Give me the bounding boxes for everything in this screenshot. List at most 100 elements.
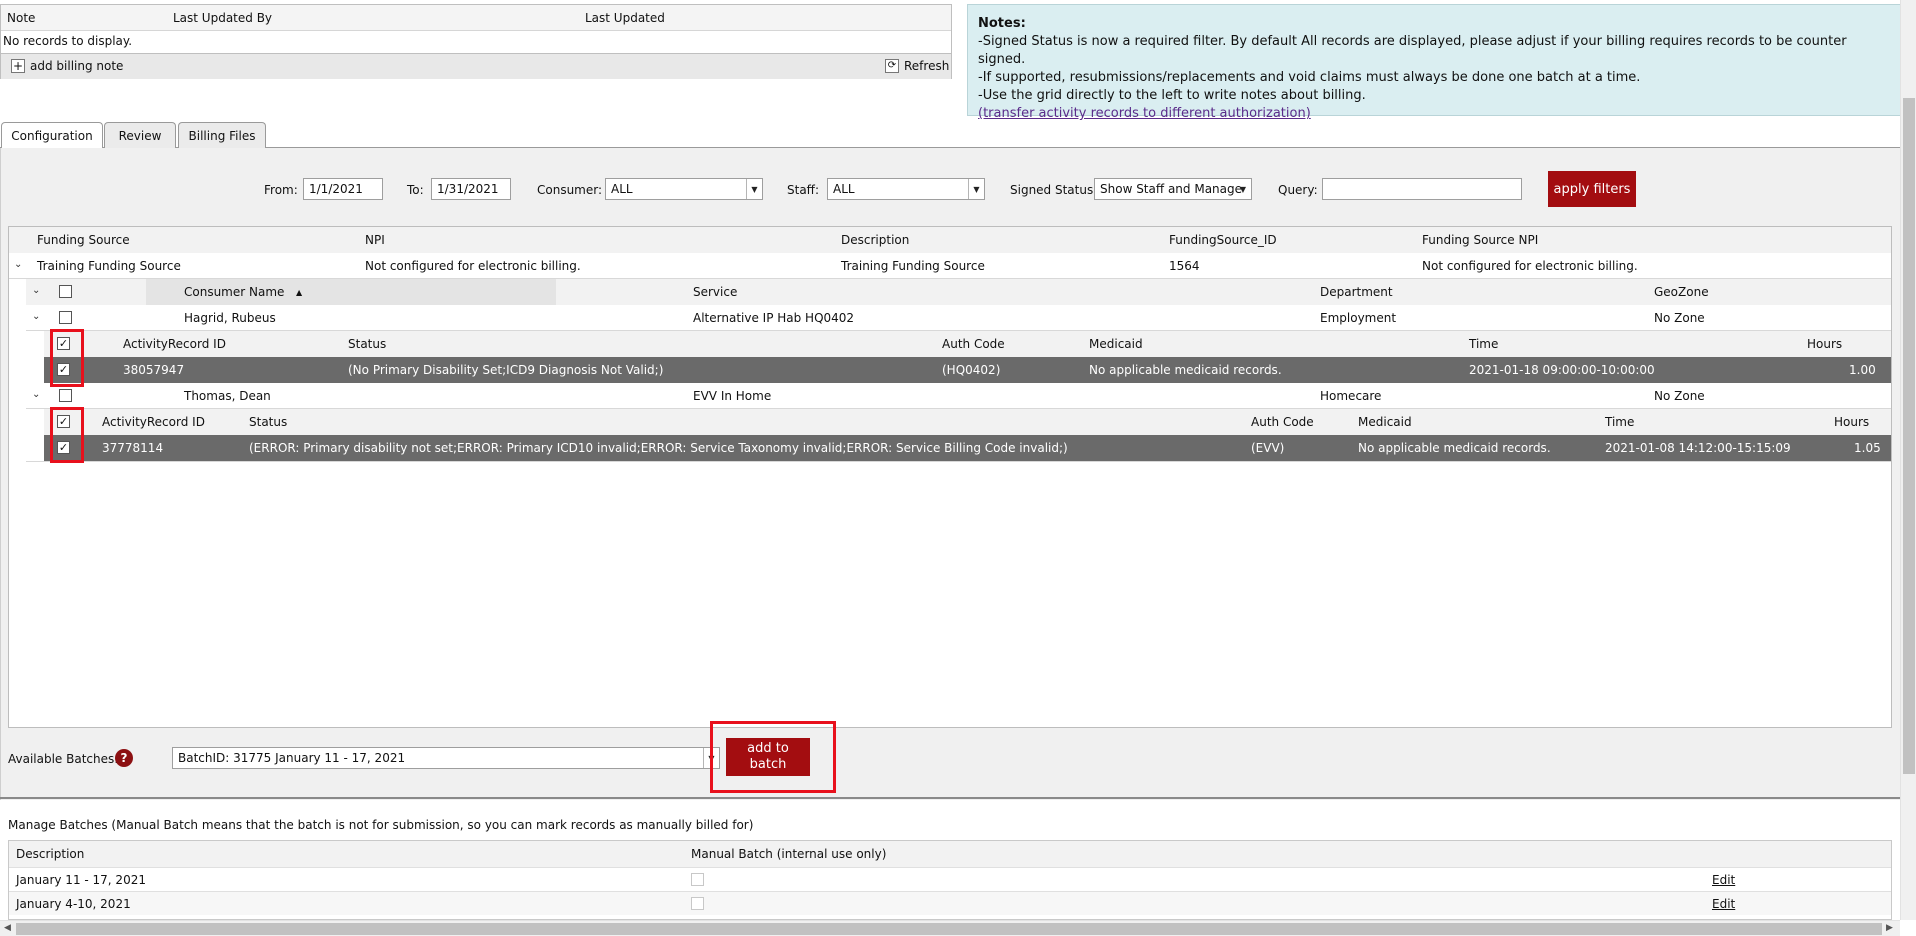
col-activityrecord-id[interactable]: ActivityRecord ID bbox=[123, 337, 226, 351]
manual-batch-checkbox[interactable] bbox=[691, 897, 704, 910]
col-npi[interactable]: NPI bbox=[365, 233, 385, 247]
col-activityrecord-id[interactable]: ActivityRecord ID bbox=[102, 415, 205, 429]
scroll-left-icon[interactable]: ◀ bbox=[4, 923, 11, 933]
consumer-value: ALL bbox=[611, 182, 633, 196]
col-service[interactable]: Service bbox=[693, 285, 737, 299]
chevron-down-icon[interactable]: ⌄ bbox=[32, 285, 40, 296]
col-auth-code[interactable]: Auth Code bbox=[1251, 415, 1314, 429]
batch-row[interactable]: January 4-10, 2021 Edit bbox=[9, 891, 1891, 915]
consumer-select[interactable]: ALL ▼ bbox=[605, 178, 763, 200]
npi-value: Not configured for electronic billing. bbox=[365, 259, 581, 273]
consumer-row[interactable]: ⌄ Thomas, Dean EVV In Home Homecare No Z… bbox=[26, 383, 1891, 409]
col-hours[interactable]: Hours bbox=[1834, 415, 1869, 429]
apply-filters-button[interactable]: apply filters bbox=[1548, 171, 1636, 207]
col-hours[interactable]: Hours bbox=[1807, 337, 1842, 351]
notes-title: Notes: bbox=[978, 16, 1026, 31]
horizontal-scroll-thumb[interactable] bbox=[16, 923, 1882, 935]
col-time[interactable]: Time bbox=[1605, 415, 1634, 429]
consumer-service: EVV In Home bbox=[693, 389, 772, 403]
query-label: Query: bbox=[1278, 183, 1318, 197]
consumer-department: Employment bbox=[1320, 311, 1397, 325]
available-batches-select[interactable]: BatchID: 31775 January 11 - 17, 2021 ▼ bbox=[172, 747, 720, 769]
signed-status-select[interactable]: Show Staff and Manage ▼ bbox=[1094, 178, 1252, 200]
col-status[interactable]: Status bbox=[348, 337, 386, 351]
signed-status-label: Signed Status: bbox=[1010, 183, 1098, 197]
select-all-records-checkbox[interactable]: ✓ bbox=[57, 337, 70, 350]
manage-batches-title: Manage Batches (Manual Batch means that … bbox=[8, 818, 754, 832]
chevron-down-icon: ▼ bbox=[703, 748, 719, 768]
record-header-row: ✓ ActivityRecord ID Status Auth Code Med… bbox=[44, 331, 1891, 357]
vertical-scrollbar[interactable] bbox=[1900, 0, 1916, 920]
record-checkbox[interactable]: ✓ bbox=[57, 441, 70, 454]
to-label: To: bbox=[407, 183, 424, 197]
vertical-scroll-thumb[interactable] bbox=[1903, 98, 1915, 774]
manage-batches-grid: Description Manual Batch (internal use o… bbox=[8, 840, 1892, 920]
col-batch-description[interactable]: Description bbox=[16, 847, 84, 861]
selected-batch-value: BatchID: 31775 January 11 - 17, 2021 bbox=[178, 751, 406, 765]
add-to-batch-label-line1: add to bbox=[747, 741, 789, 756]
edit-batch-link[interactable]: Edit bbox=[1712, 873, 1735, 887]
col-manual-batch[interactable]: Manual Batch (internal use only) bbox=[691, 847, 886, 861]
funding-source-value: Training Funding Source bbox=[37, 259, 181, 273]
query-input[interactable] bbox=[1322, 178, 1522, 200]
staff-label: Staff: bbox=[787, 183, 819, 197]
chevron-down-icon: ▼ bbox=[746, 179, 762, 199]
refresh-button[interactable]: ⟳ Refresh bbox=[885, 59, 949, 73]
col-note[interactable]: Note bbox=[7, 11, 35, 25]
col-medicaid[interactable]: Medicaid bbox=[1358, 415, 1412, 429]
funding-row[interactable]: ⌄ Training Funding Source Not configured… bbox=[9, 253, 1891, 279]
staff-select[interactable]: ALL ▼ bbox=[827, 178, 985, 200]
col-consumer-name[interactable]: Consumer Name bbox=[184, 285, 284, 299]
record-status: (No Primary Disability Set;ICD9 Diagnosi… bbox=[348, 363, 664, 377]
batch-row[interactable]: January 11 - 17, 2021 Edit bbox=[9, 867, 1891, 891]
horizontal-scrollbar[interactable]: ◀ ▶ bbox=[0, 920, 1900, 936]
edit-batch-link[interactable]: Edit bbox=[1712, 897, 1735, 911]
col-funding-source-npi[interactable]: Funding Source NPI bbox=[1422, 233, 1538, 247]
help-icon[interactable]: ? bbox=[115, 749, 133, 767]
col-status[interactable]: Status bbox=[249, 415, 287, 429]
col-time[interactable]: Time bbox=[1469, 337, 1498, 351]
transfer-activity-records-link[interactable]: (transfer activity records to different … bbox=[978, 105, 1890, 123]
manual-batch-checkbox[interactable] bbox=[691, 873, 704, 886]
record-id: 37778114 bbox=[102, 441, 164, 455]
to-date-input[interactable]: 1/31/2021 bbox=[431, 178, 511, 200]
scroll-right-icon[interactable]: ▶ bbox=[1886, 923, 1893, 933]
plus-icon: + bbox=[11, 59, 25, 73]
consumer-department: Homecare bbox=[1320, 389, 1382, 403]
batch-description: January 4-10, 2021 bbox=[16, 897, 131, 911]
select-all-records-checkbox[interactable]: ✓ bbox=[57, 415, 70, 428]
col-fundingsource-id[interactable]: FundingSource_ID bbox=[1169, 233, 1277, 247]
tab-billing-files[interactable]: Billing Files bbox=[178, 122, 266, 148]
col-department[interactable]: Department bbox=[1320, 285, 1393, 299]
record-hours: 1.00 bbox=[1849, 363, 1876, 377]
chevron-down-icon[interactable]: ⌄ bbox=[14, 259, 22, 270]
col-last-updated-by[interactable]: Last Updated By bbox=[173, 11, 272, 25]
chevron-down-icon[interactable]: ⌄ bbox=[32, 311, 40, 322]
notes-line: -If supported, resubmissions/replacement… bbox=[978, 70, 1641, 85]
notes-line: -Use the grid directly to the left to wr… bbox=[978, 88, 1366, 103]
add-billing-note-button[interactable]: + add billing note bbox=[11, 59, 123, 73]
col-last-updated[interactable]: Last Updated bbox=[585, 11, 665, 25]
consumer-checkbox[interactable] bbox=[59, 311, 72, 324]
col-funding-source[interactable]: Funding Source bbox=[37, 233, 130, 247]
chevron-down-icon[interactable]: ⌄ bbox=[32, 389, 40, 400]
col-auth-code[interactable]: Auth Code bbox=[942, 337, 1005, 351]
tab-review[interactable]: Review bbox=[104, 122, 176, 148]
consumer-checkbox[interactable] bbox=[59, 389, 72, 402]
refresh-icon: ⟳ bbox=[885, 59, 899, 73]
record-medicaid: No applicable medicaid records. bbox=[1358, 441, 1551, 455]
tab-configuration[interactable]: Configuration bbox=[1, 122, 103, 149]
activity-record-row[interactable]: ✓ 38057947 (No Primary Disability Set;IC… bbox=[44, 357, 1891, 383]
col-description[interactable]: Description bbox=[841, 233, 909, 247]
from-date-input[interactable]: 1/1/2021 bbox=[303, 178, 383, 200]
add-to-batch-button[interactable]: add to batch bbox=[726, 738, 810, 776]
activity-record-row[interactable]: ✓ 37778114 (ERROR: Primary disability no… bbox=[44, 435, 1891, 461]
record-checkbox[interactable]: ✓ bbox=[57, 363, 70, 376]
record-hours: 1.05 bbox=[1854, 441, 1881, 455]
col-geozone[interactable]: GeoZone bbox=[1654, 285, 1709, 299]
consumer-name: Thomas, Dean bbox=[184, 389, 271, 403]
consumer-row[interactable]: ⌄ Hagrid, Rubeus Alternative IP Hab HQ04… bbox=[26, 305, 1891, 331]
select-all-consumers-checkbox[interactable] bbox=[59, 285, 72, 298]
col-medicaid[interactable]: Medicaid bbox=[1089, 337, 1143, 351]
notes-line: -Signed Status is now a required filter.… bbox=[978, 34, 1847, 67]
